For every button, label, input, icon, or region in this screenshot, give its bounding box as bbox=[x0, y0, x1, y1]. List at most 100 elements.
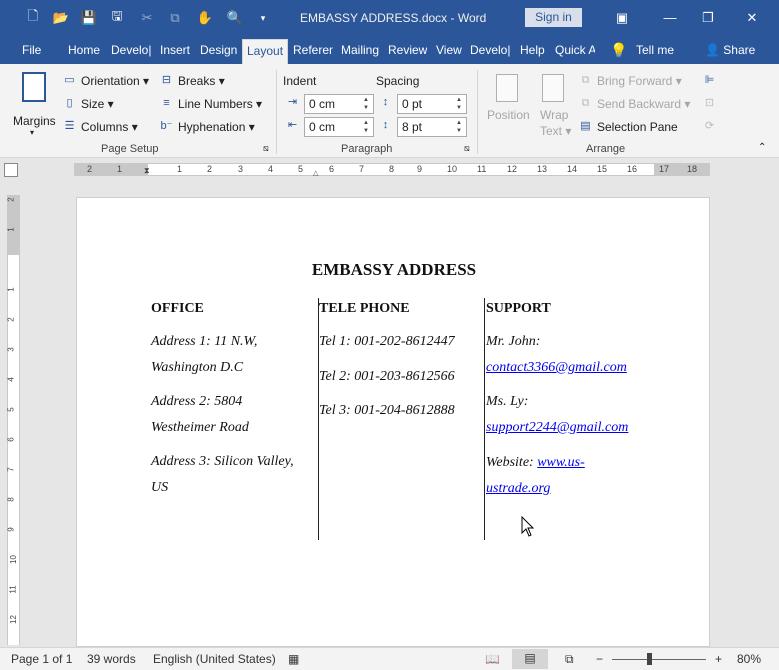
zoom-slider[interactable] bbox=[612, 659, 706, 660]
tab-home[interactable]: Home bbox=[68, 36, 100, 64]
tab-mailings[interactable]: Mailing bbox=[341, 36, 381, 64]
ruler-number: 12 bbox=[507, 164, 518, 174]
page-count[interactable]: Page 1 of 1 bbox=[11, 652, 72, 666]
new-document-icon[interactable]: 🗋 bbox=[24, 8, 42, 27]
website-link-continued[interactable]: ustrade.org bbox=[486, 476, 585, 502]
size-button[interactable]: Size ▾ bbox=[81, 97, 114, 111]
line-numbers-button[interactable]: Line Numbers ▾ bbox=[178, 97, 262, 111]
lightbulb-icon[interactable]: 💡 bbox=[610, 36, 627, 64]
tab-review[interactable]: Review bbox=[388, 36, 427, 64]
zoom-in-button[interactable]: + bbox=[715, 652, 722, 666]
tab-developer[interactable]: Develo| bbox=[111, 36, 152, 64]
bring-forward-icon: ⧉ bbox=[581, 74, 590, 86]
customize-quick-access-icon[interactable]: ▾ bbox=[254, 9, 272, 27]
touch-mode-icon[interactable]: ✋ bbox=[196, 9, 214, 27]
sign-in-button[interactable]: Sign in bbox=[525, 8, 582, 27]
word-count[interactable]: 39 words bbox=[87, 652, 136, 666]
ruler-number: 7 bbox=[359, 164, 365, 174]
website-link[interactable]: www.us- bbox=[537, 455, 585, 470]
group-icon[interactable]: ⊡ bbox=[702, 97, 717, 110]
page-setup-dialog-launcher-icon[interactable]: ⧅ bbox=[263, 143, 269, 154]
ruler-number: 1 bbox=[117, 164, 123, 174]
columns-button[interactable]: Columns ▾ bbox=[81, 120, 138, 134]
john-email-link[interactable]: contact3366@gmail.com bbox=[486, 355, 627, 381]
print-preview-icon[interactable]: 🔍 bbox=[226, 9, 244, 27]
margins-button[interactable]: Margins ▾ bbox=[10, 70, 58, 140]
tab-file[interactable]: File bbox=[22, 36, 41, 64]
tab-help[interactable]: Help bbox=[520, 36, 545, 64]
ruler-number: 5 bbox=[6, 407, 16, 412]
tab-view[interactable]: View bbox=[436, 36, 462, 64]
horizontal-ruler[interactable]: 2 1 1 2 3 4 5 6 7 8 9 10 11 12 13 14 15 … bbox=[74, 163, 710, 179]
tab-design[interactable]: Design bbox=[200, 36, 237, 64]
tab-insert[interactable]: Insert bbox=[160, 36, 190, 64]
ruler-number: 2 bbox=[6, 197, 16, 202]
open-folder-icon[interactable]: 📂 bbox=[52, 9, 70, 27]
collapse-ribbon-icon[interactable]: ⌃ bbox=[758, 142, 766, 153]
telephone-1: Tel 1: 001-202-8612447 bbox=[319, 334, 455, 349]
column-header-office: OFFICE bbox=[151, 301, 204, 316]
rotate-icon[interactable]: ⟳ bbox=[702, 120, 717, 133]
spacing-before-input[interactable]: 0 pt ▲ ▼ bbox=[397, 94, 467, 114]
selection-pane-icon: ▤ bbox=[580, 120, 591, 132]
tab-references[interactable]: Referen bbox=[293, 36, 333, 64]
margins-icon bbox=[22, 72, 46, 102]
cut-icon[interactable]: ✂ bbox=[138, 9, 156, 27]
bring-forward-button[interactable]: Bring Forward ▾ bbox=[597, 74, 682, 88]
tab-developer-2[interactable]: Develo| bbox=[470, 36, 511, 64]
selection-pane-button[interactable]: Selection Pane bbox=[597, 120, 678, 134]
share-button[interactable]: 👤 Share bbox=[705, 36, 755, 64]
document-page[interactable]: EMBASSY ADDRESS OFFICE TELE PHONE SUPPOR… bbox=[76, 197, 710, 647]
minimize-button[interactable]: — bbox=[660, 8, 680, 28]
copy-icon[interactable]: ⧉ bbox=[166, 9, 184, 27]
ruler-number: 16 bbox=[627, 164, 638, 174]
paragraph-dialog-launcher-icon[interactable]: ⧅ bbox=[464, 143, 470, 154]
tab-selector[interactable] bbox=[4, 163, 18, 177]
save-as-icon[interactable]: 🖫 bbox=[108, 8, 126, 27]
tell-me-search[interactable]: Tell me bbox=[636, 36, 674, 64]
save-icon[interactable]: 💾 bbox=[80, 9, 98, 27]
group-separator bbox=[477, 70, 478, 154]
hyphenation-icon: b⁻ bbox=[160, 120, 173, 132]
print-layout-icon[interactable]: ▤ bbox=[512, 649, 548, 669]
ruler-number: 1 bbox=[6, 227, 16, 232]
web-layout-icon[interactable]: ⧉ bbox=[565, 652, 574, 667]
restore-button[interactable]: ❐ bbox=[698, 8, 718, 28]
indent-marker-icon[interactable]: ⧗ bbox=[144, 165, 150, 176]
breaks-button[interactable]: Breaks ▾ bbox=[178, 74, 225, 88]
orientation-button[interactable]: Orientation ▾ bbox=[81, 74, 149, 88]
read-mode-icon[interactable]: 📖 bbox=[485, 652, 500, 666]
position-button[interactable]: Position bbox=[484, 70, 530, 140]
tab-quick-access[interactable]: Quick A bbox=[555, 36, 595, 64]
close-button[interactable]: ✕ bbox=[742, 8, 762, 28]
tab-stop-marker-icon[interactable]: △ bbox=[313, 168, 318, 179]
macro-recording-icon[interactable]: ▦ bbox=[288, 652, 299, 666]
language[interactable]: English (United States) bbox=[153, 652, 276, 666]
orientation-icon: ▭ bbox=[64, 74, 75, 86]
support-website: Website: www.us- ustrade.org bbox=[486, 450, 585, 502]
share-label: Share bbox=[723, 43, 756, 57]
telephone-2: Tel 2: 001-203-8612566 bbox=[319, 369, 455, 384]
wrap-text-button[interactable]: Wrap Text ▾ bbox=[536, 70, 572, 140]
wrap-text-label: Text ▾ bbox=[540, 124, 572, 138]
ruler-number: 10 bbox=[447, 164, 458, 174]
tab-layout[interactable]: Layout bbox=[242, 39, 288, 64]
chevron-down-icon: ▾ bbox=[30, 128, 35, 137]
ruler-number: 11 bbox=[8, 585, 18, 594]
ly-email-link[interactable]: support2244@gmail.com bbox=[486, 415, 628, 441]
indent-right-input[interactable]: 0 cm ▲ ▼ bbox=[304, 117, 374, 137]
hyphenation-button[interactable]: Hyphenation ▾ bbox=[178, 120, 255, 134]
page-setup-group-label: Page Setup bbox=[101, 143, 159, 155]
zoom-level[interactable]: 80% bbox=[737, 652, 761, 666]
office-address-1: Address 1: 11 N.W, Washington D.C bbox=[151, 334, 258, 375]
ruler-number: 1 bbox=[6, 287, 16, 292]
align-icon[interactable]: ⊫ bbox=[702, 74, 717, 87]
indent-left-input[interactable]: 0 cm ▲ ▼ bbox=[304, 94, 374, 114]
spacing-after-input[interactable]: 8 pt ▲ ▼ bbox=[397, 117, 467, 137]
ruler-number: 10 bbox=[8, 555, 18, 564]
vertical-ruler[interactable]: 2 1 1 2 3 4 5 6 7 8 9 10 11 12 bbox=[7, 195, 20, 645]
zoom-out-button[interactable]: − bbox=[596, 652, 603, 666]
zoom-slider-thumb[interactable] bbox=[647, 653, 652, 665]
send-backward-button[interactable]: Send Backward ▾ bbox=[597, 97, 690, 111]
ribbon-display-options-icon[interactable]: ▣ bbox=[612, 8, 632, 28]
